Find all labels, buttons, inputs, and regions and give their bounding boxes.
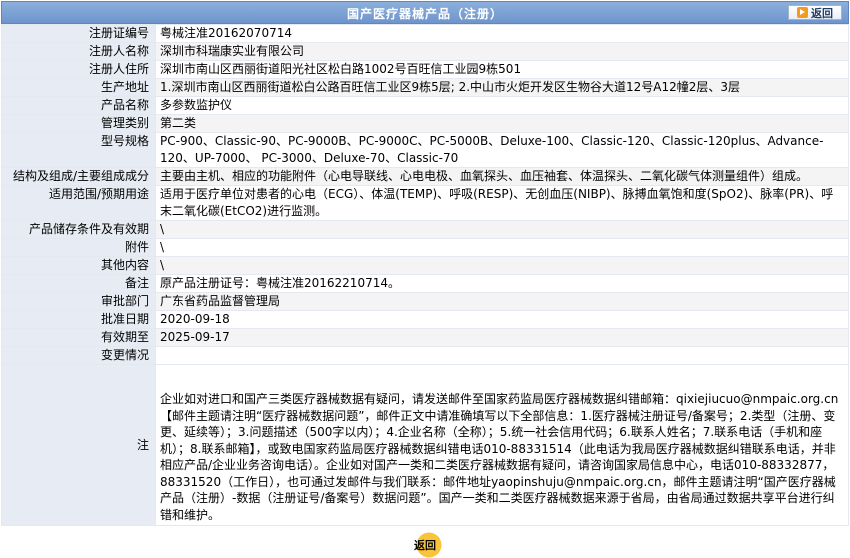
field-label: 附件 [1, 238, 156, 257]
title-bar: 国产医疗器械产品（注册） 返回 [1, 1, 849, 24]
table-row: 注册人住所 深圳市南山区西丽街道阳光社区松白路1002号百旺信工业园9栋501 [1, 60, 849, 79]
note-label: 注 [1, 364, 156, 526]
back-button-bottom[interactable]: 返回 [405, 532, 445, 558]
table-row: 产品储存条件及有效期 \ [1, 220, 849, 239]
page-title: 国产医疗器械产品（注册） [346, 7, 503, 21]
field-label: 生产地址 [1, 78, 156, 97]
back-button-top[interactable]: 返回 [788, 5, 842, 20]
field-value: 深圳市科瑞康实业有限公司 [155, 42, 849, 61]
table-row-note: 注 企业如对进口和国产三类医疗器械数据有疑问，请发送邮件至国家药监局医疗器械数据… [1, 364, 849, 526]
field-value: 适用于医疗单位对患者的心电（ECG）、体温(TEMP)、呼吸(RESP)、无创血… [155, 185, 849, 221]
table-row: 审批部门 广东省药品监督管理局 [1, 292, 849, 311]
field-value: 2025-09-17 [155, 328, 849, 347]
table-row: 型号规格 PC-900、Classic-90、PC-9000B、PC-9000C、… [1, 132, 849, 168]
field-label: 注册证编号 [1, 24, 156, 43]
field-label: 其他内容 [1, 256, 156, 275]
footer: 返回 [1, 526, 849, 558]
field-value: 广东省药品监督管理局 [155, 292, 849, 311]
table-row: 注册人名称 深圳市科瑞康实业有限公司 [1, 42, 849, 61]
field-label: 管理类别 [1, 114, 156, 133]
table-row: 适用范围/预期用途 适用于医疗单位对患者的心电（ECG）、体温(TEMP)、呼吸(… [1, 185, 849, 221]
field-label: 型号规格 [1, 132, 156, 168]
field-value: 2020-09-18 [155, 310, 849, 329]
field-value: PC-900、Classic-90、PC-9000B、PC-9000C、PC-5… [155, 132, 849, 168]
field-value: \ [155, 238, 849, 257]
field-value: 第二类 [155, 114, 849, 133]
table-row: 结构及组成/主要组成成分 主要由主机、相应的功能附件（心电导联线、心电电极、血氧探… [1, 167, 849, 186]
table-row: 产品名称 多参数监护仪 [1, 96, 849, 115]
detail-table: 注册证编号 粤械注准20162070714 注册人名称 深圳市科瑞康实业有限公司 注册人… [1, 24, 849, 526]
field-value: 深圳市南山区西丽街道阳光社区松白路1002号百旺信工业园9栋501 [155, 60, 849, 79]
field-label: 批准日期 [1, 310, 156, 329]
field-value: 粤械注准20162070714 [155, 24, 849, 43]
field-label: 产品储存条件及有效期 [1, 220, 156, 239]
field-label: 结构及组成/主要组成成分 [1, 167, 156, 186]
table-row: 备注 原产品注册证号：粤械注准20162210714。 [1, 274, 849, 293]
back-button-label: 返回 [811, 6, 833, 20]
field-value: 多参数监护仪 [155, 96, 849, 115]
table-row: 有效期至 2025-09-17 [1, 328, 849, 347]
field-label: 备注 [1, 274, 156, 293]
note-text: 企业如对进口和国产三类医疗器械数据有疑问，请发送邮件至国家药监局医疗器械数据纠错… [155, 364, 849, 526]
field-value: \ [155, 220, 849, 239]
field-value: 原产品注册证号：粤械注准20162210714。 [155, 274, 849, 293]
field-label: 注册人名称 [1, 42, 156, 61]
field-label: 注册人住所 [1, 60, 156, 79]
field-label: 适用范围/预期用途 [1, 185, 156, 221]
field-label: 审批部门 [1, 292, 156, 311]
table-row: 注册证编号 粤械注准20162070714 [1, 24, 849, 43]
note-text-content: 企业如对进口和国产三类医疗器械数据有疑问，请发送邮件至国家药监局医疗器械数据纠错… [160, 392, 839, 522]
table-row: 变更情况 [1, 346, 849, 365]
field-value: 1.深圳市南山区西丽街道松白公路百旺信工业区9栋5层; 2.中山市火炬开发区生物… [155, 78, 849, 97]
arrow-right-icon [797, 7, 808, 18]
field-value [155, 346, 849, 365]
field-label: 变更情况 [1, 346, 156, 365]
table-row: 生产地址 1.深圳市南山区西丽街道松白公路百旺信工业区9栋5层; 2.中山市火炬开… [1, 78, 849, 97]
table-row: 附件 \ [1, 238, 849, 257]
record-detail-panel: 国产医疗器械产品（注册） 返回 注册证编号 粤械注准20162070714 注册人名… [1, 1, 849, 558]
table-row: 批准日期 2020-09-18 [1, 310, 849, 329]
field-label: 有效期至 [1, 328, 156, 347]
field-label: 产品名称 [1, 96, 156, 115]
field-value: \ [155, 256, 849, 275]
table-row: 管理类别 第二类 [1, 114, 849, 133]
table-row: 其他内容 \ [1, 256, 849, 275]
field-value: 主要由主机、相应的功能附件（心电导联线、心电电极、血氧探头、血压袖套、体温探头、… [155, 167, 849, 186]
